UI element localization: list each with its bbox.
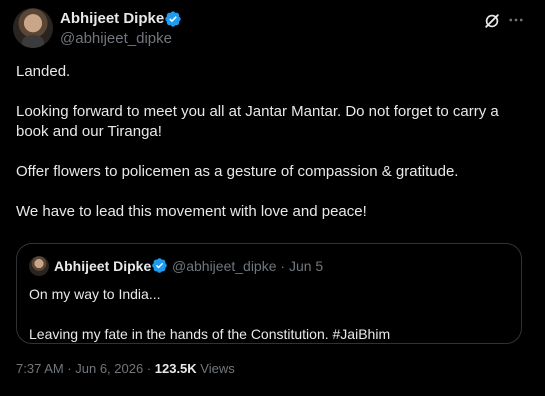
post: Abhijeet Dipke @abhijeet_dipke Landed. L… xyxy=(0,0,545,396)
post-paragraph: Looking forward to meet you all at Janta… xyxy=(16,103,503,140)
quoted-line: Leaving my fate in the hands of the Cons… xyxy=(29,326,391,342)
quoted-text: On my way to India... Leaving my fate in… xyxy=(29,284,509,344)
grok-icon[interactable] xyxy=(482,11,502,31)
quoted-line: On my way to India... xyxy=(29,286,161,302)
verified-badge-icon xyxy=(165,11,181,27)
more-options-icon[interactable] xyxy=(507,11,525,29)
post-paragraph: Offer flowers to policemen as a gesture … xyxy=(16,163,459,180)
views-label: Views xyxy=(196,361,235,376)
quoted-post[interactable]: Abhijeet Dipke @abhijeet_dipke · Jun 5 O… xyxy=(16,243,522,344)
author-handle[interactable]: @abhijeet_dipke xyxy=(60,30,172,47)
post-paragraph: Landed. xyxy=(16,63,71,80)
verified-badge-icon xyxy=(152,258,167,273)
views-count: 123.5K xyxy=(154,361,197,376)
post-meta: 7:37 AM · Jun 6, 2026 · 123.5K Views xyxy=(16,361,235,376)
post-text: Landed. Looking forward to meet you all … xyxy=(16,62,531,242)
author-avatar[interactable] xyxy=(13,8,53,48)
post-paragraph: We have to lead this movement with love … xyxy=(16,203,367,220)
author-name[interactable]: Abhijeet Dipke xyxy=(60,10,164,27)
quoted-author-avatar xyxy=(29,256,49,276)
quoted-author-name: Abhijeet Dipke xyxy=(54,258,152,274)
quoted-handle-date: @abhijeet_dipke · Jun 5 xyxy=(172,258,324,274)
post-timestamp[interactable]: 7:37 AM · Jun 6, 2026 · xyxy=(16,361,155,376)
